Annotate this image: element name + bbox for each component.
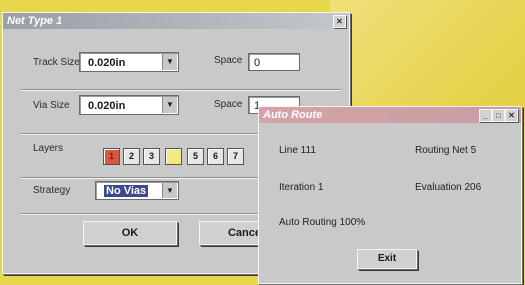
net-dialog-titlebar[interactable]: Net Type 1 ✕: [3, 13, 349, 29]
chevron-down-icon[interactable]: ▼: [162, 183, 177, 198]
minimize-icon[interactable]: _: [479, 109, 492, 122]
desktop-background: [330, 0, 525, 120]
strategy-value: No Vias: [104, 185, 149, 197]
track-size-value: 0.020in: [88, 57, 126, 69]
net-dialog-title: Net Type 1: [7, 15, 63, 27]
divider: [21, 213, 261, 215]
track-space-label: Space: [214, 55, 243, 66]
line-count: Line 111: [279, 145, 316, 156]
layer-button-5[interactable]: 5: [187, 148, 204, 165]
layer-button-4[interactable]: [165, 148, 182, 165]
auto-routing-progress: Auto Routing 100%: [279, 217, 366, 228]
evaluation-count: Evaluation 206: [415, 182, 482, 193]
layers-label: Layers: [33, 143, 64, 154]
layer-button-1[interactable]: 1: [103, 148, 120, 165]
track-size-label: Track Size: [33, 57, 80, 68]
via-size-value: 0.020in: [88, 100, 126, 112]
via-space-label: Space: [214, 99, 243, 110]
status-window-titlebar[interactable]: Auto Route _ □ ✕: [259, 107, 521, 123]
via-size-label: Via Size: [33, 100, 70, 111]
layer-button-6[interactable]: 6: [207, 148, 224, 165]
maximize-icon[interactable]: □: [492, 109, 505, 122]
close-icon[interactable]: ✕: [505, 109, 518, 122]
chevron-down-icon[interactable]: ▼: [162, 97, 177, 113]
ok-button[interactable]: OK: [83, 221, 177, 245]
divider: [21, 177, 261, 179]
routing-net: Routing Net 5: [415, 145, 477, 156]
status-window-title: Auto Route: [263, 109, 323, 121]
exit-button[interactable]: Exit: [357, 249, 417, 269]
auto-route-window: Auto Route _ □ ✕ Line 111 Routing Net 5 …: [258, 106, 522, 284]
strategy-select[interactable]: No Vias ▼: [95, 181, 179, 200]
layer-button-3[interactable]: 3: [143, 148, 160, 165]
close-icon[interactable]: ✕: [333, 15, 346, 28]
divider: [21, 89, 341, 91]
track-space-input[interactable]: 0: [248, 53, 300, 71]
strategy-label: Strategy: [33, 185, 71, 196]
iteration-count: Iteration 1: [279, 182, 324, 193]
chevron-down-icon[interactable]: ▼: [162, 54, 177, 70]
track-size-select[interactable]: 0.020in ▼: [79, 52, 179, 72]
layer-button-7[interactable]: 7: [227, 148, 244, 165]
via-size-select[interactable]: 0.020in ▼: [79, 95, 179, 115]
layer-button-2[interactable]: 2: [123, 148, 140, 165]
